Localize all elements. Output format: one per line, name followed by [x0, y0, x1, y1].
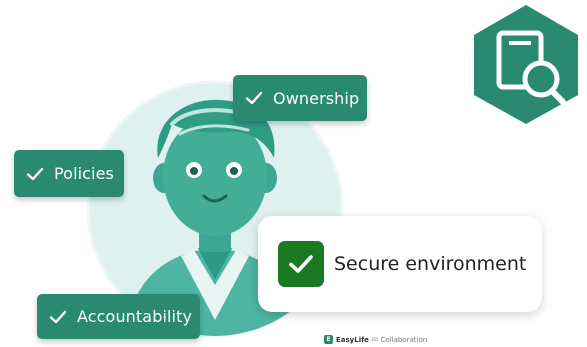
policies-pill: Policies [14, 150, 124, 197]
illustration: Ownership Policies Accountability Secure… [0, 0, 587, 347]
check-icon [289, 255, 313, 273]
brand-logo-icon: E [324, 335, 333, 344]
check-box [278, 241, 324, 287]
accountability-label: Accountability [77, 307, 193, 326]
secure-environment-card: Secure environment [258, 216, 542, 312]
ownership-pill: Ownership [233, 75, 367, 121]
brand-sup: 365 [370, 337, 379, 342]
ownership-label: Ownership [273, 88, 360, 108]
brand-name: EasyLife [336, 335, 369, 344]
accountability-pill: Accountability [37, 294, 200, 339]
check-icon [245, 91, 263, 105]
secure-environment-label: Secure environment [334, 253, 527, 275]
check-icon [49, 310, 67, 323]
policies-label: Policies [54, 164, 114, 183]
document-search-icon [474, 5, 578, 124]
product-name: Collaboration [380, 335, 428, 344]
check-icon [26, 167, 44, 180]
footer-logo: E EasyLife 365 Collaboration [324, 335, 427, 344]
